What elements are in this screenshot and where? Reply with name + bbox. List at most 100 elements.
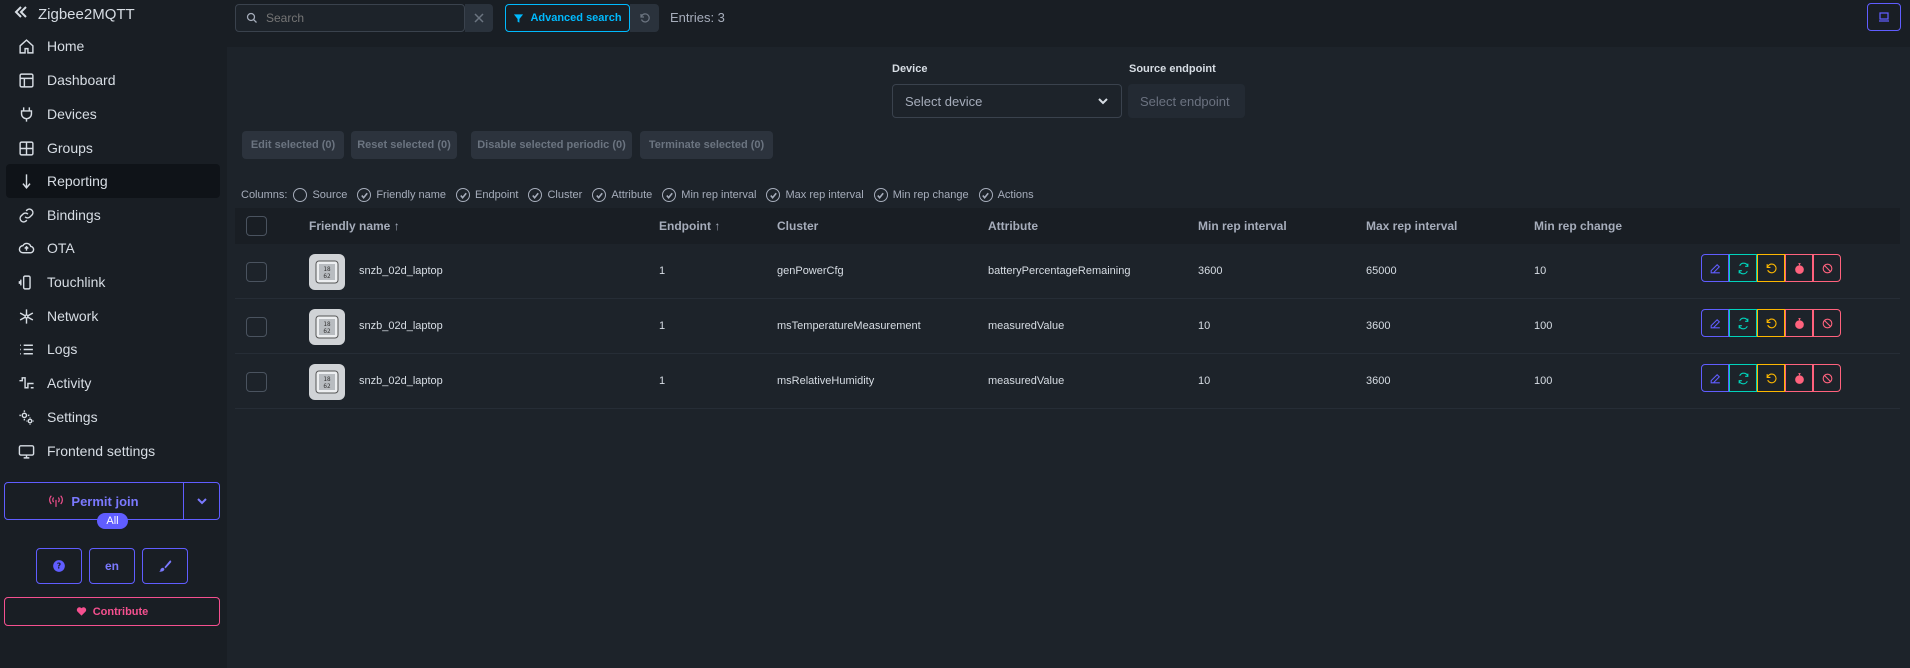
sidebar-item-activity[interactable]: Activity	[6, 366, 220, 400]
clear-search-button[interactable]	[465, 4, 493, 32]
permit-join-dropdown[interactable]	[184, 483, 219, 519]
header-cluster[interactable]: Cluster	[777, 219, 818, 233]
header-friendly-name[interactable]: Friendly name ↑	[309, 219, 400, 233]
column-toggle-cluster[interactable]: Cluster	[528, 188, 582, 202]
monitor-icon	[18, 444, 35, 459]
terminate-button[interactable]	[1813, 364, 1841, 392]
edit-button[interactable]	[1701, 254, 1729, 282]
sync-button[interactable]	[1729, 364, 1757, 392]
stopwatch-icon	[1794, 262, 1804, 274]
sidebar-item-reporting[interactable]: Reporting	[6, 164, 220, 198]
sidebar-item-frontend-settings[interactable]: Frontend settings	[6, 434, 220, 468]
theme-button[interactable]	[142, 548, 188, 584]
row-checkbox[interactable]	[246, 262, 267, 282]
cell-friendly-name[interactable]: snzb_02d_laptop	[359, 375, 443, 387]
cell-max-rep-interval: 3600	[1366, 375, 1391, 387]
column-toggle-actions[interactable]: Actions	[978, 188, 1034, 202]
check-icon	[357, 188, 372, 202]
terminate-button[interactable]	[1813, 254, 1841, 282]
header-endpoint[interactable]: Endpoint ↑	[659, 219, 720, 233]
svg-text:18: 18	[323, 376, 331, 383]
reset-button[interactable]	[1757, 364, 1785, 392]
reset-selected-button[interactable]: Reset selected (0)	[351, 131, 457, 159]
contribute-button[interactable]: Contribute	[4, 597, 220, 626]
disable-periodic-button[interactable]	[1785, 309, 1813, 337]
reset-button[interactable]	[1757, 254, 1785, 282]
device-image[interactable]: 18 62	[309, 309, 345, 345]
column-toggle-label: Max rep interval	[785, 189, 864, 201]
paint-brush-icon	[159, 560, 172, 572]
row-checkbox[interactable]	[246, 317, 267, 337]
sidebar-item-label: Bindings	[47, 207, 101, 223]
device-image[interactable]: 18 62	[309, 364, 345, 400]
network-icon	[19, 308, 34, 324]
column-toggle-friendly-name[interactable]: Friendly name	[357, 188, 446, 202]
check-icon	[978, 188, 993, 202]
edit-button[interactable]	[1701, 364, 1729, 392]
search-input[interactable]	[266, 11, 446, 25]
collapse-sidebar-icon[interactable]	[14, 5, 28, 23]
endpoint-select[interactable]: Select endpoint	[1128, 84, 1245, 118]
device-select[interactable]: Select device	[892, 84, 1122, 118]
cell-min-rep-interval: 10	[1198, 320, 1211, 332]
permit-join-button[interactable]: Permit join	[5, 483, 184, 519]
permit-join-badge: All	[97, 513, 128, 529]
toggle-panel-button[interactable]	[1867, 3, 1901, 31]
column-toggle-min-rep-change[interactable]: Min rep change	[873, 188, 969, 202]
header-attribute[interactable]: Attribute	[988, 219, 1038, 233]
terminate-selected-button[interactable]: Terminate selected (0)	[640, 131, 773, 159]
header-min-rep-interval[interactable]: Min rep interval	[1198, 219, 1287, 233]
sidebar-item-bindings[interactable]: Bindings	[6, 198, 220, 232]
disable-selected-periodic-button[interactable]: Disable selected periodic (0)	[471, 131, 632, 159]
permit-join-label: Permit join	[71, 493, 139, 509]
sidebar-item-label: Logs	[47, 341, 78, 357]
cell-max-rep-interval: 65000	[1366, 265, 1397, 277]
cell-friendly-name[interactable]: snzb_02d_laptop	[359, 265, 443, 277]
sync-button[interactable]	[1729, 309, 1757, 337]
sidebar-item-groups[interactable]: Groups	[6, 131, 220, 165]
disable-periodic-button[interactable]	[1785, 254, 1813, 282]
language-button[interactable]: en	[89, 548, 135, 584]
sidebar-item-network[interactable]: Network	[6, 299, 220, 333]
thermometer-device-icon: 1862	[315, 370, 339, 394]
reset-filters-button[interactable]	[630, 4, 659, 32]
sidebar-item-ota[interactable]: OTA	[6, 231, 220, 265]
column-toggle-label: Min rep interval	[681, 189, 757, 201]
cell-friendly-name[interactable]: snzb_02d_laptop	[359, 320, 443, 332]
advanced-search-button[interactable]: Advanced search	[505, 4, 630, 32]
terminate-button[interactable]	[1813, 309, 1841, 337]
sidebar-item-touchlink[interactable]: Touchlink	[6, 265, 220, 299]
sidebar-item-settings[interactable]: Settings	[6, 400, 220, 434]
column-toggle-attribute[interactable]: Attribute	[592, 188, 652, 202]
svg-text:18: 18	[323, 321, 331, 328]
row-checkbox[interactable]	[246, 372, 267, 392]
help-button[interactable]: ?	[36, 548, 82, 584]
dashboard-icon	[19, 72, 34, 88]
edit-button[interactable]	[1701, 309, 1729, 337]
column-toggle-endpoint[interactable]: Endpoint	[456, 188, 518, 202]
device-image[interactable]: 18 62	[309, 254, 345, 290]
column-toggle-min-rep-interval[interactable]: Min rep interval	[662, 188, 756, 202]
search-icon	[246, 12, 257, 23]
column-toggle-max-rep-interval[interactable]: Max rep interval	[766, 188, 864, 202]
sidebar-item-devices[interactable]: Devices	[6, 97, 220, 131]
sidebar-item-home[interactable]: Home	[6, 29, 220, 63]
list-icon	[20, 344, 33, 354]
sidebar-item-label: Activity	[47, 375, 92, 391]
header-max-rep-interval[interactable]: Max rep interval	[1366, 219, 1457, 233]
select-all-checkbox[interactable]	[246, 216, 267, 236]
row-actions	[1701, 309, 1841, 337]
cell-max-rep-interval: 3600	[1366, 320, 1391, 332]
disable-periodic-button[interactable]	[1785, 364, 1813, 392]
edit-selected-button[interactable]: Edit selected (0)	[242, 131, 344, 159]
heart-icon	[76, 607, 86, 616]
column-toggle-source[interactable]: Source	[293, 188, 347, 202]
cell-attribute: measuredValue	[988, 375, 1065, 387]
sync-button[interactable]	[1729, 254, 1757, 282]
sidebar-item-dashboard[interactable]: Dashboard	[6, 63, 220, 97]
app-header[interactable]: Zigbee2MQTT	[14, 4, 135, 24]
reset-button[interactable]	[1757, 309, 1785, 337]
sidebar-item-logs[interactable]: Logs	[6, 332, 220, 366]
column-toggle-label: Endpoint	[475, 189, 519, 201]
header-min-rep-change[interactable]: Min rep change	[1534, 219, 1622, 233]
